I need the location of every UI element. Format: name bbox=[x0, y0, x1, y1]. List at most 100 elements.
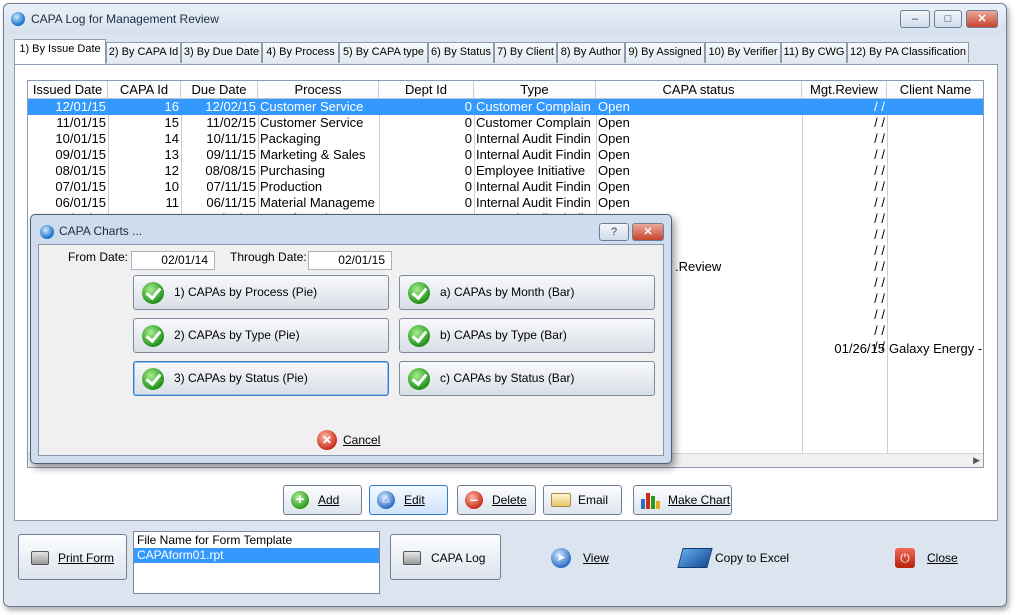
capas-by-type-bar-button[interactable]: b) CAPAs by Type (Bar) bbox=[399, 318, 655, 353]
form-template-list[interactable]: File Name for Form Template CAPAform01.r… bbox=[133, 531, 380, 594]
tab-by-capa-type[interactable]: 5) By CAPA type bbox=[339, 42, 428, 63]
cell-process: Production bbox=[260, 179, 323, 194]
col-client-name[interactable]: Client Name bbox=[887, 81, 983, 99]
cell-client-name: Galaxy Energy - bbox=[889, 341, 983, 356]
table-row[interactable]: 10/01/15 14 10/11/15 Packaging 0 Internal Aud… bbox=[28, 131, 983, 147]
minimize-button[interactable]: – bbox=[900, 10, 930, 28]
close-window-button[interactable]: ✕ bbox=[966, 10, 998, 28]
capas-by-process-pie-button[interactable]: 1) CAPAs by Process (Pie) bbox=[133, 275, 389, 310]
cell-dept: 0 bbox=[464, 163, 472, 178]
cell-process: Material Manageme bbox=[260, 195, 375, 210]
cell-mgt: / / bbox=[874, 163, 885, 178]
email-label: Email bbox=[578, 493, 609, 507]
col-capa-id[interactable]: CAPA Id bbox=[108, 81, 181, 99]
cell-status: Open bbox=[598, 179, 630, 194]
check-icon bbox=[408, 282, 430, 304]
table-row[interactable]: 07/01/15 10 07/11/15 Production 0 Internal Au… bbox=[28, 179, 983, 195]
cell-dept: 0 bbox=[464, 99, 472, 114]
close-button[interactable]: ⏻ Close bbox=[895, 546, 965, 570]
tab-by-due-date[interactable]: 3) By Due Date bbox=[181, 42, 262, 63]
cancel-button[interactable]: ✕ Cancel bbox=[317, 430, 387, 452]
cell-type: Customer Complain bbox=[476, 99, 591, 114]
capas-by-status-pie-button[interactable]: 3) CAPAs by Status (Pie) bbox=[133, 361, 389, 396]
cell-process: Customer Service bbox=[260, 99, 364, 114]
dialog-logo-icon bbox=[40, 225, 54, 239]
check-icon bbox=[408, 325, 430, 347]
dialog-close-button[interactable]: ✕ bbox=[632, 223, 664, 241]
capas-by-status-bar-button[interactable]: c) CAPAs by Status (Bar) bbox=[399, 361, 655, 396]
print-form-button[interactable]: Print Form bbox=[18, 534, 127, 580]
table-row[interactable]: 08/01/15 12 08/08/15 Purchasing 0 Employee In… bbox=[28, 163, 983, 179]
cell-mgt: / / bbox=[874, 99, 885, 114]
cell-mgt: / / bbox=[874, 115, 885, 130]
cell-id: 15 bbox=[164, 115, 179, 130]
cell-dept: 0 bbox=[464, 115, 472, 130]
tab-by-client[interactable]: 7) By Client bbox=[494, 42, 557, 63]
dialog-title: CAPA Charts ... bbox=[59, 224, 143, 238]
email-button[interactable]: Email bbox=[543, 485, 622, 515]
col-issued-date[interactable]: Issued Date bbox=[28, 81, 108, 99]
cell-type: Customer Complain bbox=[476, 115, 591, 130]
capas-by-type-pie-button[interactable]: 2) CAPAs by Type (Pie) bbox=[133, 318, 389, 353]
capas-by-month-bar-button[interactable]: a) CAPAs by Month (Bar) bbox=[399, 275, 655, 310]
cell-id: 12 bbox=[164, 163, 179, 178]
cell-type: Internal Audit Findin bbox=[476, 131, 591, 146]
button-label: 1) CAPAs by Process (Pie) bbox=[174, 285, 318, 299]
delete-button[interactable]: – Delete bbox=[457, 485, 536, 515]
cell-status: Open bbox=[598, 147, 630, 162]
title-bar[interactable]: CAPA Log for Management Review – □ ✕ bbox=[4, 4, 1006, 34]
delete-icon: – bbox=[465, 491, 483, 509]
cell-dept: 0 bbox=[464, 179, 472, 194]
col-type[interactable]: Type bbox=[474, 81, 596, 99]
tab-by-assigned[interactable]: 9) By Assigned bbox=[625, 42, 705, 63]
from-date-input[interactable]: 02/01/14 bbox=[131, 251, 215, 270]
cell-dept: 0 bbox=[464, 195, 472, 210]
tab-by-cwg[interactable]: 11) By CWG bbox=[781, 42, 847, 63]
add-button[interactable]: + Add bbox=[283, 485, 362, 515]
make-chart-button[interactable]: Make Chart bbox=[633, 485, 732, 515]
cell-due: 12/02/15 bbox=[205, 99, 256, 114]
col-due-date[interactable]: Due Date bbox=[181, 81, 258, 99]
col-process[interactable]: Process bbox=[258, 81, 379, 99]
col-dept-id[interactable]: Dept Id bbox=[379, 81, 474, 99]
table-row[interactable]: 12/01/15 16 12/02/15 Customer Service 0 Custo… bbox=[28, 99, 983, 115]
tab-by-pa-classification[interactable]: 12) By PA Classification bbox=[847, 42, 969, 63]
list-item[interactable]: CAPAform01.rpt bbox=[134, 548, 379, 563]
delete-label: Delete bbox=[492, 493, 527, 507]
table-row[interactable]: 09/01/15 13 09/11/15 Marketing & Sales 0 Inte… bbox=[28, 147, 983, 163]
view-button[interactable]: ➤ View bbox=[551, 546, 621, 570]
capa-log-button[interactable]: CAPA Log bbox=[390, 534, 501, 580]
cell-issued: 08/01/15 bbox=[55, 163, 106, 178]
tab-by-author[interactable]: 8) By Author bbox=[557, 42, 625, 63]
cell-issued: 06/01/15 bbox=[55, 195, 106, 210]
edit-label: Edit bbox=[404, 493, 425, 507]
tab-by-issue-date[interactable]: 1) By Issue Date bbox=[14, 39, 106, 64]
cell-client bbox=[887, 211, 983, 227]
cell-due: 06/11/15 bbox=[206, 195, 256, 210]
tab-by-capa-id[interactable]: 2) By CAPA Id bbox=[106, 42, 181, 63]
tab-by-verifier[interactable]: 10) By Verifier bbox=[705, 42, 781, 63]
print-form-label: Print Form bbox=[58, 551, 115, 565]
scroll-right-icon[interactable]: ▶ bbox=[973, 455, 980, 466]
col-capa-status[interactable]: CAPA status bbox=[596, 81, 802, 99]
tab-by-status[interactable]: 6) By Status bbox=[428, 42, 494, 63]
table-row[interactable]: 11/01/15 15 11/02/15 Customer Service 0 Custo… bbox=[28, 115, 983, 131]
maximize-button[interactable]: □ bbox=[934, 10, 962, 28]
printer-icon bbox=[403, 551, 421, 565]
view-label: View bbox=[583, 551, 609, 565]
copy-to-excel-button[interactable]: Copy to Excel bbox=[677, 546, 790, 570]
cell-issued: 12/01/15 bbox=[55, 99, 106, 114]
edit-button[interactable]: △ Edit bbox=[369, 485, 448, 515]
col-mgt-review[interactable]: Mgt.Review bbox=[802, 81, 887, 99]
table-row[interactable]: 06/01/15 11 06/11/15 Material Manageme 0 Inte… bbox=[28, 195, 983, 211]
through-date-input[interactable]: 02/01/15 bbox=[308, 251, 392, 270]
cell-process: Purchasing bbox=[260, 163, 326, 178]
tab-by-process[interactable]: 4) By Process bbox=[262, 42, 339, 63]
capa-charts-dialog: CAPA Charts ... ? ✕ From Date: 02/01/14 … bbox=[30, 214, 672, 464]
close-label: Close bbox=[927, 551, 958, 565]
cell-dept: 0 bbox=[464, 131, 472, 146]
bar-chart-icon bbox=[641, 491, 660, 509]
app-logo-icon bbox=[11, 12, 25, 26]
help-button[interactable]: ? bbox=[599, 223, 629, 241]
cell-status: Open bbox=[598, 195, 630, 210]
